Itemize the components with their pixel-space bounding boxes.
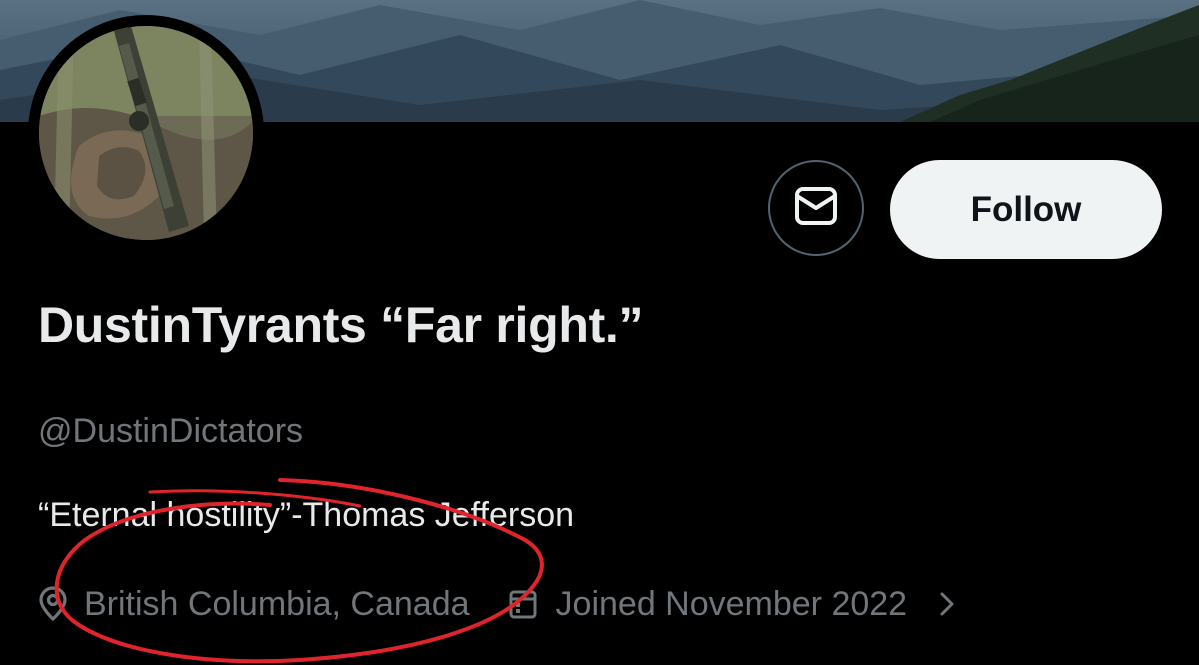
- follow-button-label: Follow: [970, 189, 1082, 229]
- calendar-icon: [508, 588, 538, 620]
- profile-bio: “Eternal hostility”-Thomas Jefferson: [38, 496, 575, 534]
- message-button[interactable]: [768, 160, 864, 256]
- follow-button[interactable]: Follow: [890, 160, 1162, 259]
- avatar[interactable]: [39, 26, 253, 240]
- username-handle: @DustinDictators: [38, 412, 304, 450]
- location-text: British Columbia, Canada: [84, 584, 470, 623]
- avatar-image: [39, 26, 253, 240]
- location-pin-icon: [38, 586, 68, 622]
- envelope-icon: [794, 186, 838, 231]
- chevron-right-icon[interactable]: [937, 589, 957, 619]
- profile-meta: British Columbia, Canada Joined November…: [38, 580, 957, 628]
- joined-date: Joined November 2022: [555, 584, 908, 623]
- display-name: DustinTyrants “Far right.”: [38, 297, 644, 353]
